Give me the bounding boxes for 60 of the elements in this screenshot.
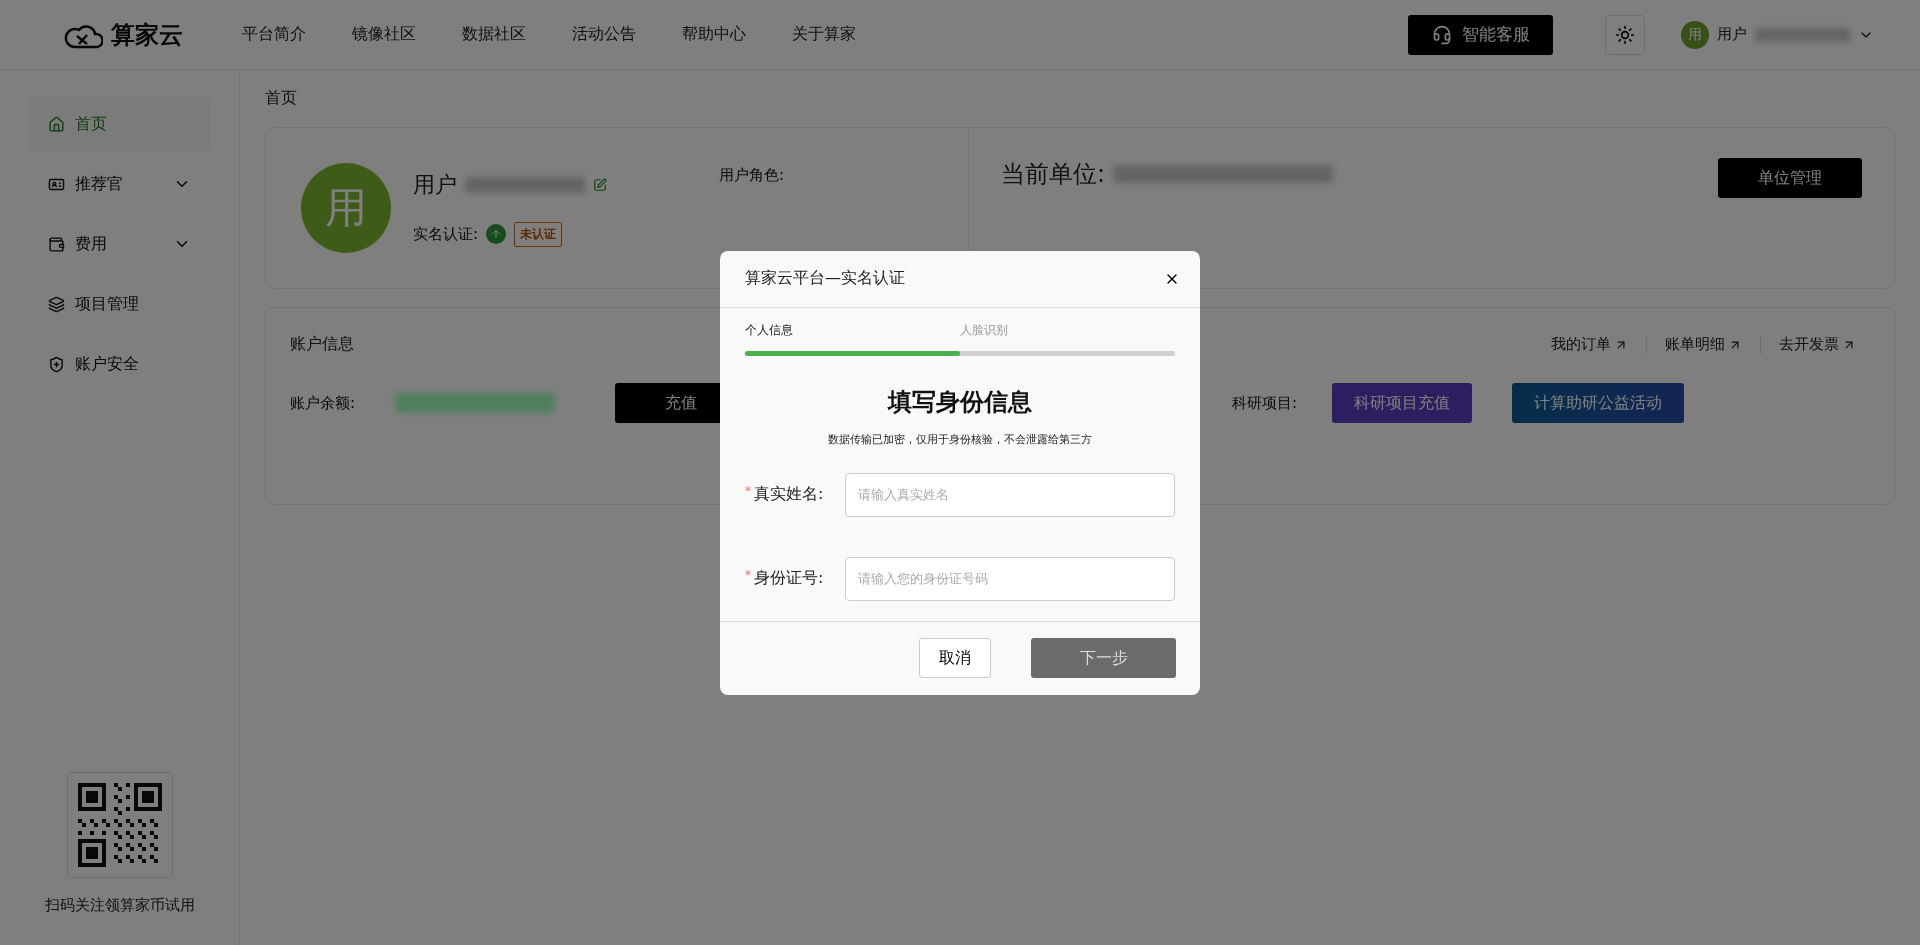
user-menu[interactable]: 用 用户 — [1675, 19, 1880, 50]
form-heading: 填写身份信息 — [886, 386, 1033, 418]
verify-label: 实名认证: — [413, 224, 479, 244]
home-icon — [48, 115, 65, 133]
shield-icon — [48, 355, 65, 373]
user-avatar: 用 — [301, 163, 391, 253]
wallet-icon — [48, 235, 65, 253]
role-label: 用户角色: — [719, 166, 785, 185]
status-tag: 未认证 — [514, 221, 563, 247]
input-field[interactable]: 请输入真实姓名 — [845, 472, 1175, 517]
form-subtitle: 数据传输已加密，仅用于身份核验，不会泄露给第三方 — [827, 431, 1093, 447]
step-label: 人脸识别 — [960, 321, 1009, 339]
logo-text: 算家云 — [111, 19, 183, 51]
qr-code-icon — [77, 783, 162, 867]
required-mark: * — [745, 568, 751, 582]
layers-icon — [48, 295, 65, 313]
dialog-title: 算家云平台—实名认证 — [745, 268, 905, 289]
sidebar-label: 费用 — [75, 233, 108, 255]
nav-link[interactable]: 活动公告 — [572, 24, 636, 45]
sidebar-item[interactable]: 账户安全 — [28, 336, 211, 392]
field-label: 身份证号: — [754, 568, 824, 589]
project-label: 科研项目: — [1231, 393, 1297, 413]
headset-icon — [1431, 24, 1452, 45]
field-label: 真实姓名: — [754, 484, 824, 505]
user-avatar: 用 — [1681, 20, 1709, 49]
sidebar-item[interactable]: 推荐官 — [28, 156, 211, 212]
sun-icon — [1615, 24, 1635, 45]
verify-status-icon — [486, 224, 507, 244]
nav-link[interactable]: 数据社区 — [462, 24, 526, 45]
external-link[interactable]: 我的订单 — [1533, 335, 1646, 354]
unit-manage-button[interactable]: 单位管理 — [1718, 158, 1862, 198]
sidebar-item[interactable]: 费用 — [28, 216, 211, 272]
sidebar-item[interactable]: 项目管理 — [28, 276, 211, 332]
sidebar-label: 推荐官 — [75, 173, 124, 195]
theme-toggle-button[interactable] — [1605, 14, 1645, 55]
qr-caption: 扫码关注领算家币试用 — [44, 896, 195, 915]
edit-icon[interactable] — [593, 177, 607, 192]
breadcrumb[interactable]: 首页 — [265, 88, 1895, 109]
user-name: 用户 — [413, 170, 457, 199]
input-field[interactable]: 请输入您的身份证号码 — [845, 556, 1175, 601]
section-title: 账户信息 — [290, 334, 354, 355]
balance-label: 账户余额: — [290, 393, 356, 413]
external-link[interactable]: 去开发票 — [1760, 335, 1874, 354]
sidebar-label: 项目管理 — [75, 293, 140, 315]
project-button[interactable]: 科研项目充值 — [1332, 383, 1472, 423]
required-mark: * — [745, 484, 751, 498]
cancel-button[interactable]: 取消 — [919, 638, 991, 678]
unit-label: 当前单位: — [1001, 159, 1106, 190]
nav-link[interactable]: 平台简介 — [242, 24, 306, 45]
next-button[interactable]: 下一步 — [1031, 638, 1176, 678]
nav-link[interactable]: 关于算家 — [792, 24, 856, 45]
service-button[interactable]: 智能客服 — [1408, 14, 1553, 55]
project-button[interactable]: 计算助研公益活动 — [1512, 383, 1684, 423]
step-label: 个人信息 — [745, 321, 794, 339]
external-link[interactable]: 账单明细 — [1646, 335, 1760, 354]
nav-link[interactable]: 帮助中心 — [682, 24, 746, 45]
sidebar-label: 账户安全 — [75, 353, 140, 375]
sidebar-label: 首页 — [75, 113, 108, 135]
nav-link[interactable]: 镜像社区 — [352, 24, 416, 45]
sidebar-item[interactable]: 首页 — [28, 96, 211, 152]
